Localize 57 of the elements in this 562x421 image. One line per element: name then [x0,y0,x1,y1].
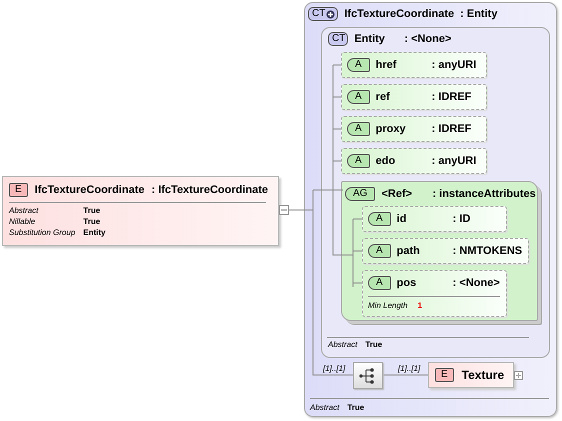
element-badge: E [9,183,28,197]
expand-toggle[interactable] [514,371,523,380]
attribute-type: : NMTOKENS [452,245,522,257]
attribute-badge: A [347,154,370,168]
property-label: Abstract [310,402,340,413]
group-name: <Ref> [381,188,414,200]
attribute-type: : anyURI [432,155,476,167]
complex-type-badge: CT [308,7,338,21]
property-value: True [83,216,102,227]
connector-line [382,374,428,376]
plus-icon [516,373,521,378]
attribute-badge: A [347,122,370,136]
property-value: True [347,402,364,413]
plus-icon [326,10,336,18]
complex-type-badge: CT [328,32,348,46]
facet-label: Min Length [368,300,408,311]
attribute-name: path [396,245,421,257]
attribute-badge: A [347,90,370,104]
attribute-badge: A [368,212,391,226]
occurrence-label: [1]..[1] [398,364,420,373]
group-type: : instanceAttributes [432,188,536,200]
element-name: IfcTextureCoordinate [34,184,144,196]
element-badge: E [435,368,454,382]
attribute-name: id [396,213,408,225]
property-value: Entity [83,227,106,238]
property-label: Abstract [9,205,40,216]
property-label: Nillable [9,216,36,227]
type-name: IfcTextureCoordinate [344,8,454,20]
property-label: Abstract [328,339,358,350]
collapse-toggle[interactable] [279,205,289,215]
attribute-type: : IDREF [432,91,472,103]
attribute-badge: A [368,276,391,290]
attribute-badge: A [347,58,370,72]
attribute-type: : <None> [452,277,500,289]
attribute-type: : IDREF [432,123,472,135]
type-base: : <None> [404,33,452,45]
element-name: Texture [462,368,504,382]
attribute-name: ref [376,91,391,103]
attribute-name: pos [396,277,418,289]
sequence-icon [359,368,377,384]
occurrence-label: [1]..[1] [323,364,346,373]
property-label: Substitution Group [9,227,76,238]
attribute-name: proxy [376,123,407,135]
attribute-name: href [376,59,398,71]
sequence-node[interactable] [353,362,383,389]
type-name: Entity [354,33,386,45]
facet-value: 1 [418,300,422,311]
type-base: : Entity [460,8,498,20]
attribute-name: edo [376,155,396,167]
property-value: True [365,339,382,350]
element-type: : IfcTextureCoordinate [151,184,268,196]
attribute-type: : anyURI [432,59,476,71]
property-value: True [83,205,102,216]
minus-icon [281,209,287,211]
attribute-type: : ID [452,213,470,225]
attribute-group-badge: AG [345,187,376,201]
attribute-badge: A [368,244,391,258]
